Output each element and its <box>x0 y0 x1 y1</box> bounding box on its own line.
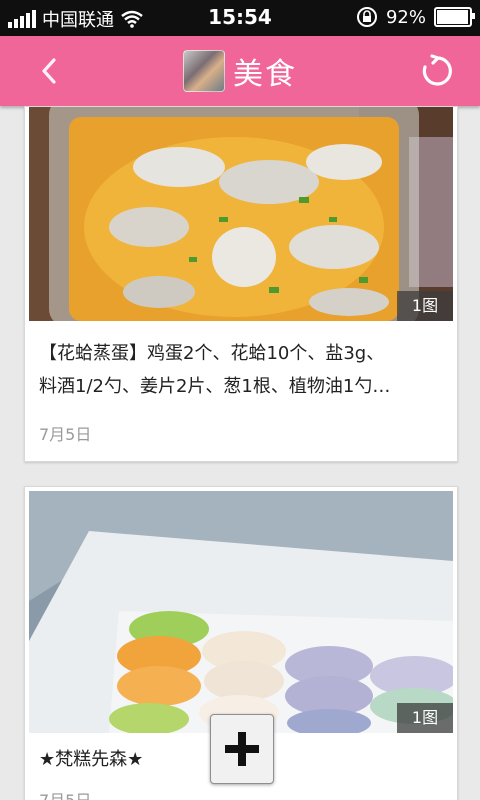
header-title-group: 美食 <box>0 49 480 93</box>
status-bar: 中国联通 15:54 92% <box>0 0 480 36</box>
battery-percent: 92% <box>385 6 426 28</box>
add-post-button[interactable] <box>210 714 274 784</box>
post-date: 7月5日 <box>39 787 91 800</box>
post-card[interactable]: 1图 【花蛤蒸蛋】鸡蛋2个、花蛤10个、盐3g、 料酒1/2勺、姜片2片、葱1根… <box>24 106 458 462</box>
battery-icon <box>434 7 475 27</box>
photo-count-badge: 1图 <box>397 703 453 733</box>
app-header: 美食 <box>0 36 480 106</box>
photo-count-badge: 1图 <box>397 291 453 321</box>
status-right: 92% <box>356 6 475 28</box>
refresh-icon <box>422 54 452 86</box>
refresh-button[interactable] <box>412 46 462 96</box>
post-caption-line: 料酒1/2勺、姜片2片、葱1根、植物油1勺… <box>39 376 391 397</box>
page-title: 美食 <box>233 57 297 92</box>
post-photo[interactable]: 1图 <box>29 491 453 733</box>
post-caption[interactable]: 【花蛤蒸蛋】鸡蛋2个、花蛤10个、盐3g、 料酒1/2勺、姜片2片、葱1根、植物… <box>39 337 443 403</box>
post-photo[interactable]: 1图 <box>29 107 453 321</box>
post-caption-line: 【花蛤蒸蛋】鸡蛋2个、花蛤10个、盐3g、 <box>39 343 385 364</box>
post-date: 7月5日 <box>39 425 92 444</box>
plus-icon <box>225 732 259 766</box>
category-thumbnail <box>183 50 225 92</box>
macarons-box-image <box>29 491 453 733</box>
post-feed[interactable]: 1图 【花蛤蒸蛋】鸡蛋2个、花蛤10个、盐3g、 料酒1/2勺、姜片2片、葱1根… <box>0 106 480 800</box>
steamed-egg-clams-image <box>29 107 453 321</box>
rotation-lock-icon <box>356 7 377 27</box>
